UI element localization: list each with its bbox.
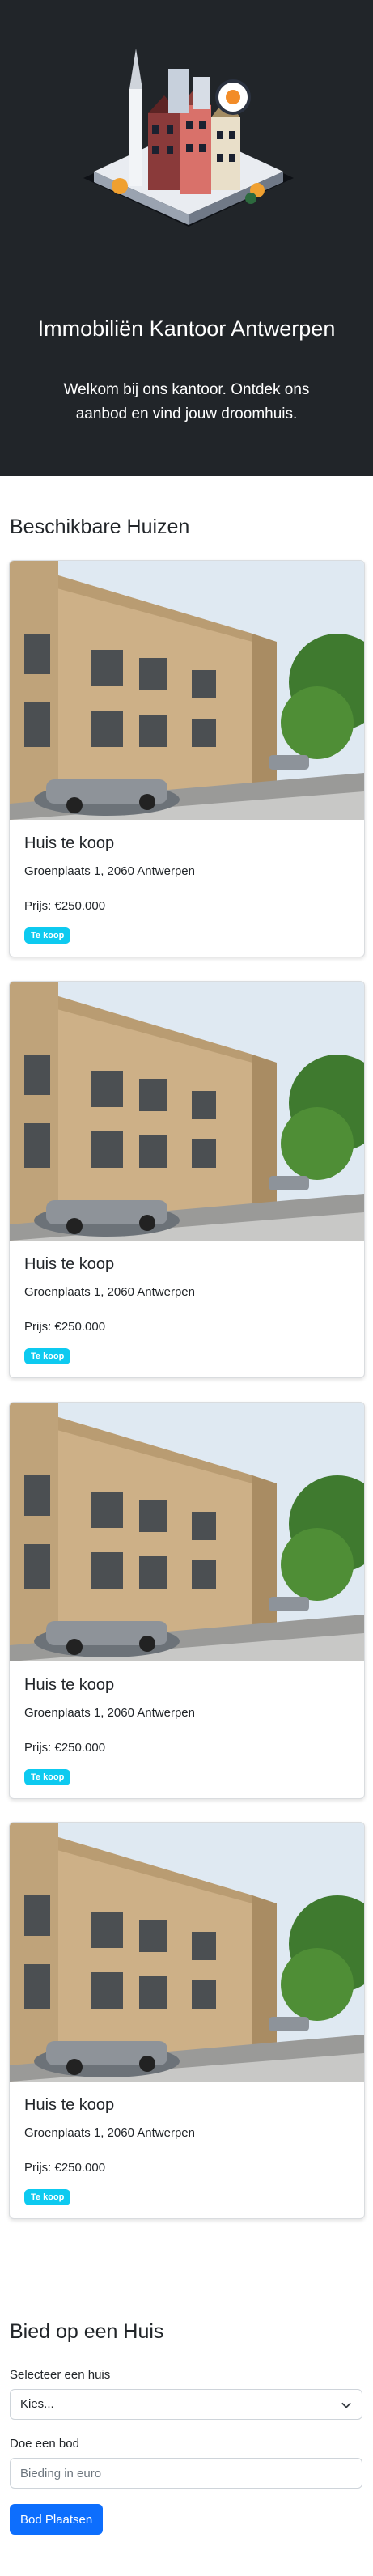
status-badge: Te koop bbox=[24, 2189, 71, 2205]
listing-address: Groenplaats 1, 2060 Antwerpen bbox=[24, 1706, 195, 1720]
listing-card[interactable]: Huis te koop Groenplaats 1, 2060 Antwerp… bbox=[9, 560, 365, 957]
place-bid-button[interactable]: Bod Plaatsen bbox=[10, 2504, 104, 2535]
listing-address: Groenplaats 1, 2060 Antwerpen bbox=[24, 864, 195, 878]
page-title: Immobiliën Kantoor Antwerpen bbox=[37, 316, 336, 341]
listing-price: Prijs: €250.000 bbox=[24, 2161, 106, 2175]
listing-card[interactable]: Huis te koop Groenplaats 1, 2060 Antwerp… bbox=[9, 1822, 365, 2219]
listings-heading: Beschikbare Huizen bbox=[10, 516, 190, 538]
listing-title: Huis te koop bbox=[24, 2096, 115, 2114]
select-house-label: Selecteer een huis bbox=[10, 2368, 111, 2382]
status-badge: Te koop bbox=[24, 1769, 71, 1785]
status-badge: Te koop bbox=[24, 927, 71, 944]
bid-heading: Bied op een Huis bbox=[10, 2320, 164, 2343]
house-photo bbox=[10, 982, 364, 1241]
bid-amount-input[interactable] bbox=[10, 2458, 362, 2489]
listing-card[interactable]: Huis te koop Groenplaats 1, 2060 Antwerp… bbox=[9, 981, 365, 1378]
house-photo bbox=[10, 1823, 364, 2082]
listing-price: Prijs: €250.000 bbox=[24, 899, 106, 913]
house-photo bbox=[10, 561, 364, 820]
bid-amount-label: Doe een bod bbox=[10, 2437, 79, 2451]
listing-title: Huis te koop bbox=[24, 834, 115, 852]
listing-title: Huis te koop bbox=[24, 1676, 115, 1694]
listing-price: Prijs: €250.000 bbox=[24, 1320, 106, 1334]
chevron-down-icon bbox=[341, 2402, 351, 2408]
house-select[interactable]: Kies... bbox=[10, 2389, 362, 2420]
house-select-value: Kies... bbox=[20, 2397, 54, 2411]
listing-price: Prijs: €250.000 bbox=[24, 1741, 106, 1755]
hero-banner: Immobiliën Kantoor Antwerpen Welkom bij … bbox=[0, 0, 373, 476]
listing-title: Huis te koop bbox=[24, 1255, 115, 1273]
hero-lead-text: Welkom bij ons kantoor. Ontdek ons aanbo… bbox=[63, 381, 310, 422]
listing-card[interactable]: Huis te koop Groenplaats 1, 2060 Antwerp… bbox=[9, 1402, 365, 1799]
city-illustration bbox=[83, 49, 294, 227]
house-photo bbox=[10, 1403, 364, 1661]
status-badge: Te koop bbox=[24, 1348, 71, 1364]
listing-address: Groenplaats 1, 2060 Antwerpen bbox=[24, 1285, 195, 1299]
listing-address: Groenplaats 1, 2060 Antwerpen bbox=[24, 2126, 195, 2140]
